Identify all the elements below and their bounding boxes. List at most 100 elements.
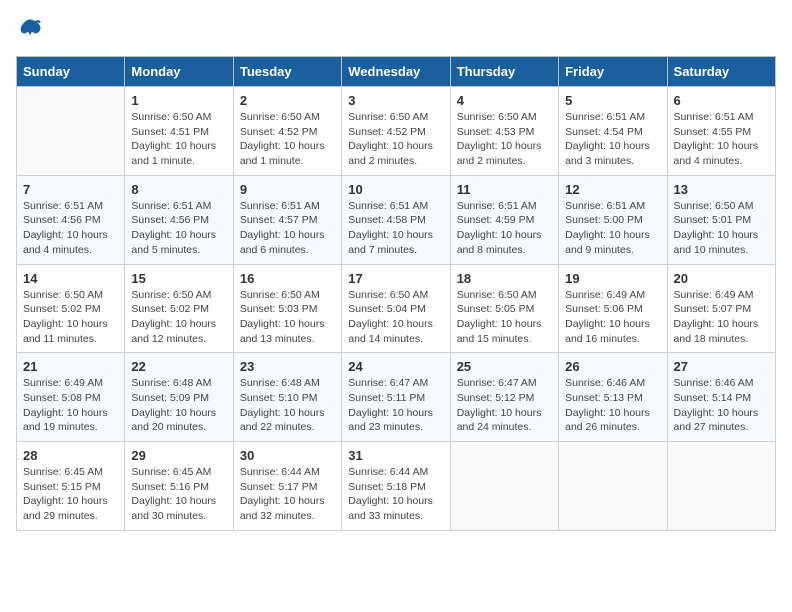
calendar-week-1: 1Sunrise: 6:50 AM Sunset: 4:51 PM Daylig…: [17, 87, 776, 176]
column-header-friday: Friday: [559, 57, 667, 87]
day-number: 1: [131, 93, 226, 108]
day-info: Sunrise: 6:45 AM Sunset: 5:16 PM Dayligh…: [131, 465, 226, 524]
calendar-body: 1Sunrise: 6:50 AM Sunset: 4:51 PM Daylig…: [17, 87, 776, 531]
day-number: 12: [565, 182, 660, 197]
day-number: 26: [565, 359, 660, 374]
calendar-cell: 5 Sunrise: 6:51 AM Sunset: 4:54 PM Daylig…: [559, 87, 667, 176]
column-header-saturday: Saturday: [667, 57, 775, 87]
day-number: 30: [240, 448, 335, 463]
day-info: Sunrise: 6:50 AM Sunset: 5:05 PM Dayligh…: [457, 288, 552, 347]
calendar-cell: 4Sunrise: 6:50 AM Sunset: 4:53 PM Daylig…: [450, 87, 558, 176]
day-number: 31: [348, 448, 443, 463]
calendar-week-4: 21Sunrise: 6:49 AM Sunset: 5:08 PM Dayli…: [17, 353, 776, 442]
calendar-week-5: 28 Sunrise: 6:45 AM Sunset: 5:15 PM Dayli…: [17, 442, 776, 531]
day-info: Sunrise: 6:46 AM Sunset: 5:13 PM Dayligh…: [565, 376, 660, 435]
day-number: 6: [674, 93, 769, 108]
calendar-cell: 7 Sunrise: 6:51 AM Sunset: 4:56 PM Daylig…: [17, 175, 125, 264]
calendar-week-3: 14 Sunrise: 6:50 AM Sunset: 5:02 PM Dayli…: [17, 264, 776, 353]
day-number: 8: [131, 182, 226, 197]
calendar-cell: 2 Sunrise: 6:50 AM Sunset: 4:52 PM Daylig…: [233, 87, 341, 176]
day-number: 29: [131, 448, 226, 463]
day-info: Sunrise: 6:50 AM Sunset: 5:04 PM Dayligh…: [348, 288, 443, 347]
day-info: Sunrise: 6:46 AM Sunset: 5:14 PM Dayligh…: [674, 376, 769, 435]
day-info: Sunrise: 6:49 AM Sunset: 5:06 PM Dayligh…: [565, 288, 660, 347]
calendar-cell: [450, 442, 558, 531]
day-info: Sunrise: 6:45 AM Sunset: 5:15 PM Dayligh…: [23, 465, 118, 524]
day-number: 25: [457, 359, 552, 374]
calendar-cell: 26 Sunrise: 6:46 AM Sunset: 5:13 PM Dayli…: [559, 353, 667, 442]
calendar-cell: [667, 442, 775, 531]
calendar-week-2: 7 Sunrise: 6:51 AM Sunset: 4:56 PM Daylig…: [17, 175, 776, 264]
day-number: 14: [23, 271, 118, 286]
calendar-cell: 19 Sunrise: 6:49 AM Sunset: 5:06 PM Dayli…: [559, 264, 667, 353]
calendar-cell: 16 Sunrise: 6:50 AM Sunset: 5:03 PM Dayli…: [233, 264, 341, 353]
day-number: 10: [348, 182, 443, 197]
day-info: Sunrise: 6:51 AM Sunset: 4:59 PM Dayligh…: [457, 199, 552, 258]
calendar-cell: 15 Sunrise: 6:50 AM Sunset: 5:02 PM Dayli…: [125, 264, 233, 353]
calendar-cell: 6 Sunrise: 6:51 AM Sunset: 4:55 PM Daylig…: [667, 87, 775, 176]
day-info: Sunrise: 6:48 AM Sunset: 5:09 PM Dayligh…: [131, 376, 226, 435]
day-number: 2: [240, 93, 335, 108]
calendar-cell: 29 Sunrise: 6:45 AM Sunset: 5:16 PM Dayli…: [125, 442, 233, 531]
calendar-cell: 8 Sunrise: 6:51 AM Sunset: 4:56 PM Daylig…: [125, 175, 233, 264]
day-number: 24: [348, 359, 443, 374]
calendar-cell: 1Sunrise: 6:50 AM Sunset: 4:51 PM Daylig…: [125, 87, 233, 176]
day-number: 19: [565, 271, 660, 286]
day-number: 18: [457, 271, 552, 286]
calendar-cell: 17 Sunrise: 6:50 AM Sunset: 5:04 PM Dayli…: [342, 264, 450, 353]
calendar-cell: 27 Sunrise: 6:46 AM Sunset: 5:14 PM Dayli…: [667, 353, 775, 442]
calendar-cell: 3 Sunrise: 6:50 AM Sunset: 4:52 PM Daylig…: [342, 87, 450, 176]
day-number: 16: [240, 271, 335, 286]
day-info: Sunrise: 6:50 AM Sunset: 5:02 PM Dayligh…: [23, 288, 118, 347]
day-info: Sunrise: 6:51 AM Sunset: 4:57 PM Dayligh…: [240, 199, 335, 258]
calendar-cell: 10Sunrise: 6:51 AM Sunset: 4:58 PM Dayli…: [342, 175, 450, 264]
column-header-wednesday: Wednesday: [342, 57, 450, 87]
calendar-cell: [17, 87, 125, 176]
day-number: 23: [240, 359, 335, 374]
day-info: Sunrise: 6:51 AM Sunset: 4:55 PM Dayligh…: [674, 110, 769, 169]
calendar-cell: 13Sunrise: 6:50 AM Sunset: 5:01 PM Dayli…: [667, 175, 775, 264]
day-info: Sunrise: 6:50 AM Sunset: 4:52 PM Dayligh…: [348, 110, 443, 169]
calendar-cell: 30 Sunrise: 6:44 AM Sunset: 5:17 PM Dayli…: [233, 442, 341, 531]
calendar-cell: [559, 442, 667, 531]
calendar-cell: 31 Sunrise: 6:44 AM Sunset: 5:18 PM Dayli…: [342, 442, 450, 531]
page-header: [16, 16, 776, 44]
calendar-cell: 18 Sunrise: 6:50 AM Sunset: 5:05 PM Dayli…: [450, 264, 558, 353]
day-info: Sunrise: 6:51 AM Sunset: 4:54 PM Dayligh…: [565, 110, 660, 169]
calendar-cell: 20 Sunrise: 6:49 AM Sunset: 5:07 PM Dayli…: [667, 264, 775, 353]
calendar-cell: 11Sunrise: 6:51 AM Sunset: 4:59 PM Dayli…: [450, 175, 558, 264]
calendar-table: SundayMondayTuesdayWednesdayThursdayFrid…: [16, 56, 776, 531]
day-number: 27: [674, 359, 769, 374]
day-number: 13: [674, 182, 769, 197]
calendar-cell: 21Sunrise: 6:49 AM Sunset: 5:08 PM Dayli…: [17, 353, 125, 442]
calendar-cell: 14 Sunrise: 6:50 AM Sunset: 5:02 PM Dayli…: [17, 264, 125, 353]
day-info: Sunrise: 6:44 AM Sunset: 5:18 PM Dayligh…: [348, 465, 443, 524]
day-number: 20: [674, 271, 769, 286]
calendar-cell: 12 Sunrise: 6:51 AM Sunset: 5:00 PM Dayli…: [559, 175, 667, 264]
day-number: 22: [131, 359, 226, 374]
day-info: Sunrise: 6:48 AM Sunset: 5:10 PM Dayligh…: [240, 376, 335, 435]
bird-icon: [16, 16, 44, 44]
day-number: 9: [240, 182, 335, 197]
day-info: Sunrise: 6:44 AM Sunset: 5:17 PM Dayligh…: [240, 465, 335, 524]
day-info: Sunrise: 6:50 AM Sunset: 5:03 PM Dayligh…: [240, 288, 335, 347]
calendar-cell: 22 Sunrise: 6:48 AM Sunset: 5:09 PM Dayli…: [125, 353, 233, 442]
day-info: Sunrise: 6:51 AM Sunset: 4:56 PM Dayligh…: [23, 199, 118, 258]
day-info: Sunrise: 6:50 AM Sunset: 4:52 PM Dayligh…: [240, 110, 335, 169]
column-header-thursday: Thursday: [450, 57, 558, 87]
day-number: 21: [23, 359, 118, 374]
day-number: 15: [131, 271, 226, 286]
day-number: 17: [348, 271, 443, 286]
day-info: Sunrise: 6:50 AM Sunset: 5:02 PM Dayligh…: [131, 288, 226, 347]
day-info: Sunrise: 6:49 AM Sunset: 5:07 PM Dayligh…: [674, 288, 769, 347]
calendar-cell: 28 Sunrise: 6:45 AM Sunset: 5:15 PM Dayli…: [17, 442, 125, 531]
day-info: Sunrise: 6:51 AM Sunset: 5:00 PM Dayligh…: [565, 199, 660, 258]
logo: [16, 16, 48, 44]
calendar-cell: 24 Sunrise: 6:47 AM Sunset: 5:11 PM Dayli…: [342, 353, 450, 442]
day-info: Sunrise: 6:51 AM Sunset: 4:56 PM Dayligh…: [131, 199, 226, 258]
day-number: 3: [348, 93, 443, 108]
day-number: 5: [565, 93, 660, 108]
day-number: 28: [23, 448, 118, 463]
day-number: 7: [23, 182, 118, 197]
day-info: Sunrise: 6:47 AM Sunset: 5:11 PM Dayligh…: [348, 376, 443, 435]
